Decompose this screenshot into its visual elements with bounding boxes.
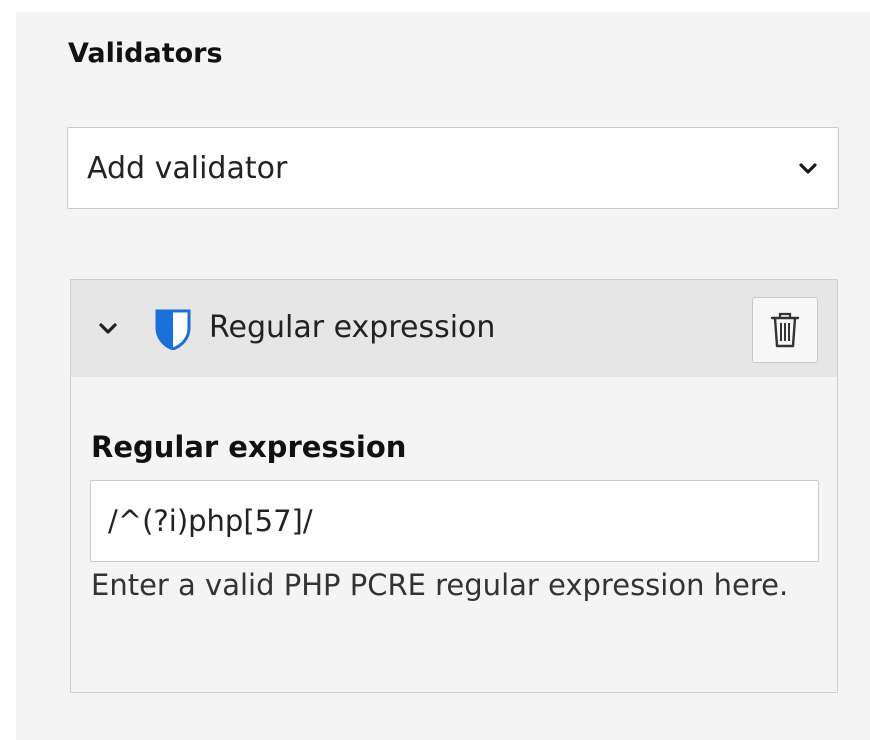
add-validator-select[interactable]: Add validator [67,127,839,209]
validator-card-header: Regular expression [71,280,837,377]
validator-card-title: Regular expression [209,310,496,345]
collapse-chevron-icon[interactable] [97,318,119,340]
regex-input[interactable] [90,480,819,562]
regex-help-text: Enter a valid PHP PCRE regular expressio… [91,568,789,602]
validator-card: Regular expression Regular expression En… [70,279,838,693]
shield-icon [155,309,191,350]
regex-field-label: Regular expression [91,430,407,464]
add-validator-selected-value: Add validator [87,151,288,186]
delete-validator-button[interactable] [752,297,818,363]
trash-icon [770,312,800,348]
section-title: Validators [68,38,223,69]
chevron-down-icon [799,163,817,174]
